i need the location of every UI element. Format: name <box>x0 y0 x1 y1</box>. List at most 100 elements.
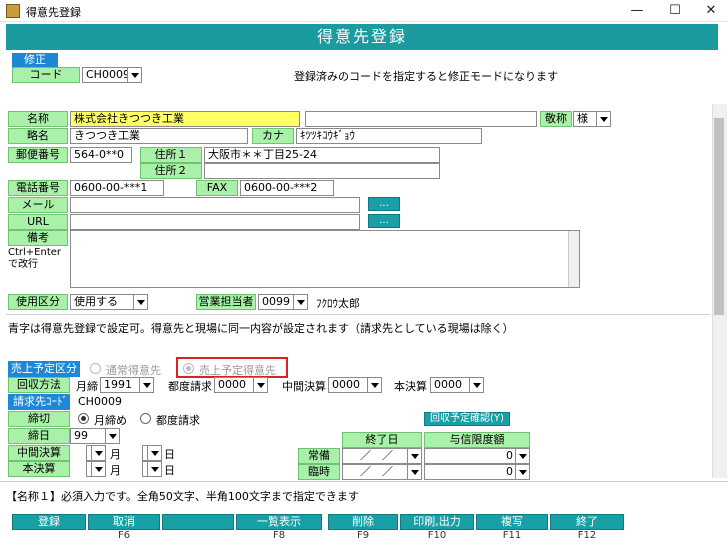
phone-input[interactable]: 0600-00-***1 <box>70 180 164 196</box>
code-label: コード <box>12 67 80 83</box>
page-title: 得意先登録 <box>6 24 718 50</box>
maximize-icon[interactable]: ☐ <box>658 0 692 22</box>
minimize-icon[interactable]: — <box>620 0 654 22</box>
final-settle-label: 本決算 <box>394 380 427 393</box>
memo-textarea[interactable] <box>70 230 580 288</box>
each-bill-select[interactable]: 0000 <box>214 377 268 393</box>
chevron-down-icon[interactable] <box>407 449 421 463</box>
credit-temp-date[interactable]: ／ ／ <box>342 464 422 480</box>
url-input[interactable] <box>70 214 360 230</box>
list-view-button[interactable]: 一覧表示 <box>236 514 322 530</box>
mail-browse-button[interactable]: ... <box>368 197 400 211</box>
credit-regular-amount[interactable]: 0 <box>424 448 530 464</box>
final-close-month-select[interactable] <box>86 461 106 477</box>
name-input[interactable]: 株式会社きつつき工業 <box>70 111 300 127</box>
chevron-down-icon[interactable] <box>139 378 153 392</box>
staff-name: ﾌｸﾛｳ太郎 <box>316 297 360 310</box>
memo-hint: Ctrl+Enterで改行 <box>8 247 62 270</box>
code-select[interactable]: CH0009 <box>82 67 142 83</box>
final-settle-select[interactable]: 0000 <box>430 377 484 393</box>
mid-close-label: 中間決算 <box>8 445 70 461</box>
credit-temp-amount[interactable]: 0 <box>424 464 530 480</box>
phone-label: 電話番号 <box>8 180 68 196</box>
fax-input[interactable]: 0600-00-***2 <box>240 180 334 196</box>
close-icon[interactable]: ✕ <box>694 0 728 22</box>
scrollbar-thumb[interactable] <box>714 118 724 315</box>
credit-regular-date[interactable]: ／ ／ <box>342 448 422 464</box>
postal-label: 郵便番号 <box>8 147 68 163</box>
name2-input[interactable] <box>305 111 537 127</box>
print-output-button[interactable]: 印刷,出力 <box>400 514 474 530</box>
closing-day-select[interactable]: 99 <box>70 428 120 444</box>
mail-input[interactable] <box>70 197 360 213</box>
mid-settle-label: 中間決算 <box>282 380 326 393</box>
chevron-down-icon[interactable] <box>91 446 105 460</box>
status-message: 【名称１】必須入力です。全角50文字、半角100文字まで指定できます <box>6 490 359 503</box>
honorific-select[interactable]: 様 <box>573 111 611 127</box>
chevron-down-icon[interactable] <box>133 295 147 309</box>
cancel-button[interactable]: 取消 <box>88 514 160 530</box>
blank-button[interactable] <box>162 514 234 530</box>
bill-code-label: 請求先ｺｰﾄﾞ <box>8 394 70 410</box>
closing-monthly-radio[interactable] <box>78 413 89 424</box>
kana-input[interactable]: ｷﾂﾂｷｺｳｷﾞｮｳ <box>296 128 482 144</box>
final-close-label: 本決算 <box>8 461 70 477</box>
delete-button[interactable]: 削除 <box>328 514 398 530</box>
fax-label: FAX <box>196 180 238 196</box>
chevron-down-icon[interactable] <box>253 378 267 392</box>
credit-temp-amount-value: 0 <box>506 465 513 478</box>
closing-monthly-label: 月締め <box>94 414 127 427</box>
chevron-down-icon[interactable] <box>293 295 307 309</box>
chevron-down-icon[interactable] <box>596 112 610 126</box>
name-label: 名称 <box>8 111 68 127</box>
collection-confirm-button[interactable]: 回収予定確認(Y) <box>424 412 510 426</box>
month-close-select[interactable]: 1991 <box>100 377 154 393</box>
usage-value: 使用する <box>74 295 118 308</box>
chevron-down-icon[interactable] <box>127 68 141 82</box>
chevron-down-icon[interactable] <box>515 465 529 479</box>
short-name-input[interactable]: きつつき工業 <box>70 128 248 144</box>
short-name-label: 略名 <box>8 128 68 144</box>
final-close-day-select[interactable] <box>142 461 162 477</box>
usage-label: 使用区分 <box>8 294 68 310</box>
chevron-down-icon[interactable] <box>105 429 119 443</box>
credit-temp-date-value: ／ ／ <box>360 465 393 478</box>
chevron-down-icon[interactable] <box>407 465 421 479</box>
exit-button[interactable]: 終了 <box>550 514 624 530</box>
postal-input[interactable]: 564-0**0 <box>70 147 132 163</box>
chevron-down-icon[interactable] <box>367 378 381 392</box>
sales-type-normal-radio[interactable] <box>90 363 101 374</box>
chevron-down-icon[interactable] <box>91 462 105 476</box>
mid-close-day-select[interactable] <box>142 445 162 461</box>
app-icon <box>6 4 20 18</box>
each-bill-label: 都度請求 <box>168 380 212 393</box>
mid-close-month-select[interactable] <box>86 445 106 461</box>
chevron-down-icon[interactable] <box>147 462 161 476</box>
closing-each-radio[interactable] <box>140 413 151 424</box>
url-label: URL <box>8 214 68 230</box>
staff-label: 営業担当者 <box>196 294 256 310</box>
chevron-down-icon[interactable] <box>147 446 161 460</box>
address1-input[interactable]: 大阪市＊＊丁目25-24 <box>204 147 440 163</box>
url-browse-button[interactable]: ... <box>368 214 400 228</box>
bill-code-value: CH0009 <box>78 395 122 408</box>
closing-label: 締切 <box>8 411 70 427</box>
final-close-month-unit: 月 <box>110 464 121 477</box>
memo-scrollbar[interactable] <box>568 231 579 287</box>
final-close-day-unit: 日 <box>164 464 175 477</box>
staff-select[interactable]: 0099 <box>258 294 308 310</box>
divider <box>6 314 710 315</box>
copy-button[interactable]: 複写 <box>476 514 548 530</box>
chevron-down-icon[interactable] <box>515 449 529 463</box>
code-value: CH0009 <box>86 68 130 81</box>
sales-type-planned-radio[interactable] <box>183 363 194 374</box>
address2-input[interactable] <box>204 163 440 179</box>
usage-select[interactable]: 使用する <box>70 294 148 310</box>
closing-each-label: 都度請求 <box>156 414 200 427</box>
mid-settle-select[interactable]: 0000 <box>328 377 382 393</box>
register-button[interactable]: 登録 <box>12 514 86 530</box>
chevron-down-icon[interactable] <box>469 378 483 392</box>
credit-regular-amount-value: 0 <box>506 449 513 462</box>
collection-label: 回収方法 <box>8 377 70 393</box>
month-close-value: 1991 <box>104 378 132 391</box>
